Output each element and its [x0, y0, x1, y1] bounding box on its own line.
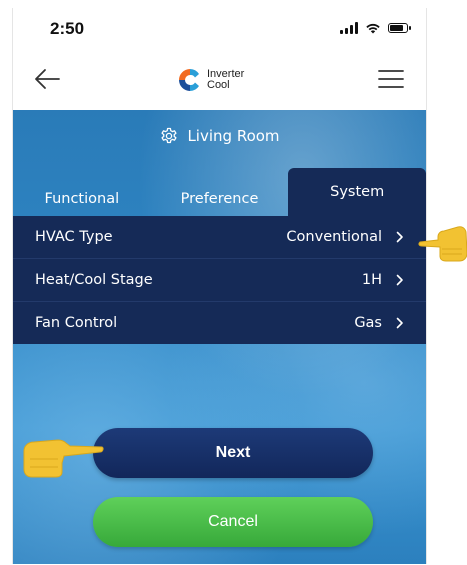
hamburger-menu-icon[interactable] — [378, 69, 404, 89]
screenshot-stage: 2:50 Inverter Cool Living Room Functiona… — [0, 0, 467, 565]
status-icons — [340, 22, 411, 34]
tab-bar: Functional Preference System — [13, 168, 426, 216]
tab-functional[interactable]: Functional — [13, 182, 151, 216]
logo-line-2: Cool — [207, 79, 230, 91]
tab-preference[interactable]: Preference — [151, 182, 289, 216]
tab-label: System — [330, 184, 385, 200]
cancel-button[interactable]: Cancel — [93, 497, 373, 547]
logo-mark-icon — [179, 69, 199, 91]
setting-label: Heat/Cool Stage — [35, 272, 153, 288]
status-bar: 2:50 — [13, 8, 426, 48]
status-time: 2:50 — [50, 19, 85, 38]
setting-value: Conventional — [286, 229, 382, 245]
signal-icon — [340, 22, 358, 34]
wifi-icon — [366, 23, 380, 34]
logo-text: Inverter Cool — [207, 69, 244, 91]
settings-list: HVAC Type Conventional Heat/Cool Stage 1… — [13, 216, 426, 344]
chevron-right-icon — [396, 317, 403, 329]
setting-value-group: Gas — [354, 315, 404, 331]
setting-row-fan-control[interactable]: Fan Control Gas — [13, 302, 426, 344]
phone-screen: 2:50 Inverter Cool Living Room Functiona… — [12, 8, 427, 564]
app-logo: Inverter Cool — [177, 67, 244, 93]
pointing-hand-right-icon — [23, 439, 104, 478]
tab-label: Functional — [44, 191, 120, 207]
gear-icon — [161, 127, 178, 144]
chevron-right-icon — [396, 231, 403, 243]
tab-system[interactable]: System — [288, 168, 426, 216]
tab-label: Preference — [180, 191, 259, 207]
setting-value-group: 1H — [362, 272, 404, 288]
nav-bar: Inverter Cool — [13, 48, 426, 110]
room-name: Living Room — [187, 127, 280, 145]
setting-label: Fan Control — [35, 315, 118, 331]
pointing-hand-left-icon — [418, 226, 467, 262]
setting-value: Gas — [354, 315, 382, 331]
setting-row-hvac-type[interactable]: HVAC Type Conventional — [13, 216, 426, 259]
main-content: Living Room Functional Preference System… — [13, 110, 426, 564]
setting-value-group: Conventional — [286, 229, 404, 245]
battery-icon — [388, 23, 411, 33]
arrow-left-icon[interactable] — [33, 67, 61, 91]
setting-label: HVAC Type — [35, 229, 113, 245]
setting-value: 1H — [361, 272, 382, 288]
room-title: Living Room — [13, 126, 426, 146]
next-button[interactable]: Next — [93, 428, 373, 478]
chevron-right-icon — [396, 274, 403, 286]
setting-row-heat-cool-stage[interactable]: Heat/Cool Stage 1H — [13, 259, 426, 302]
